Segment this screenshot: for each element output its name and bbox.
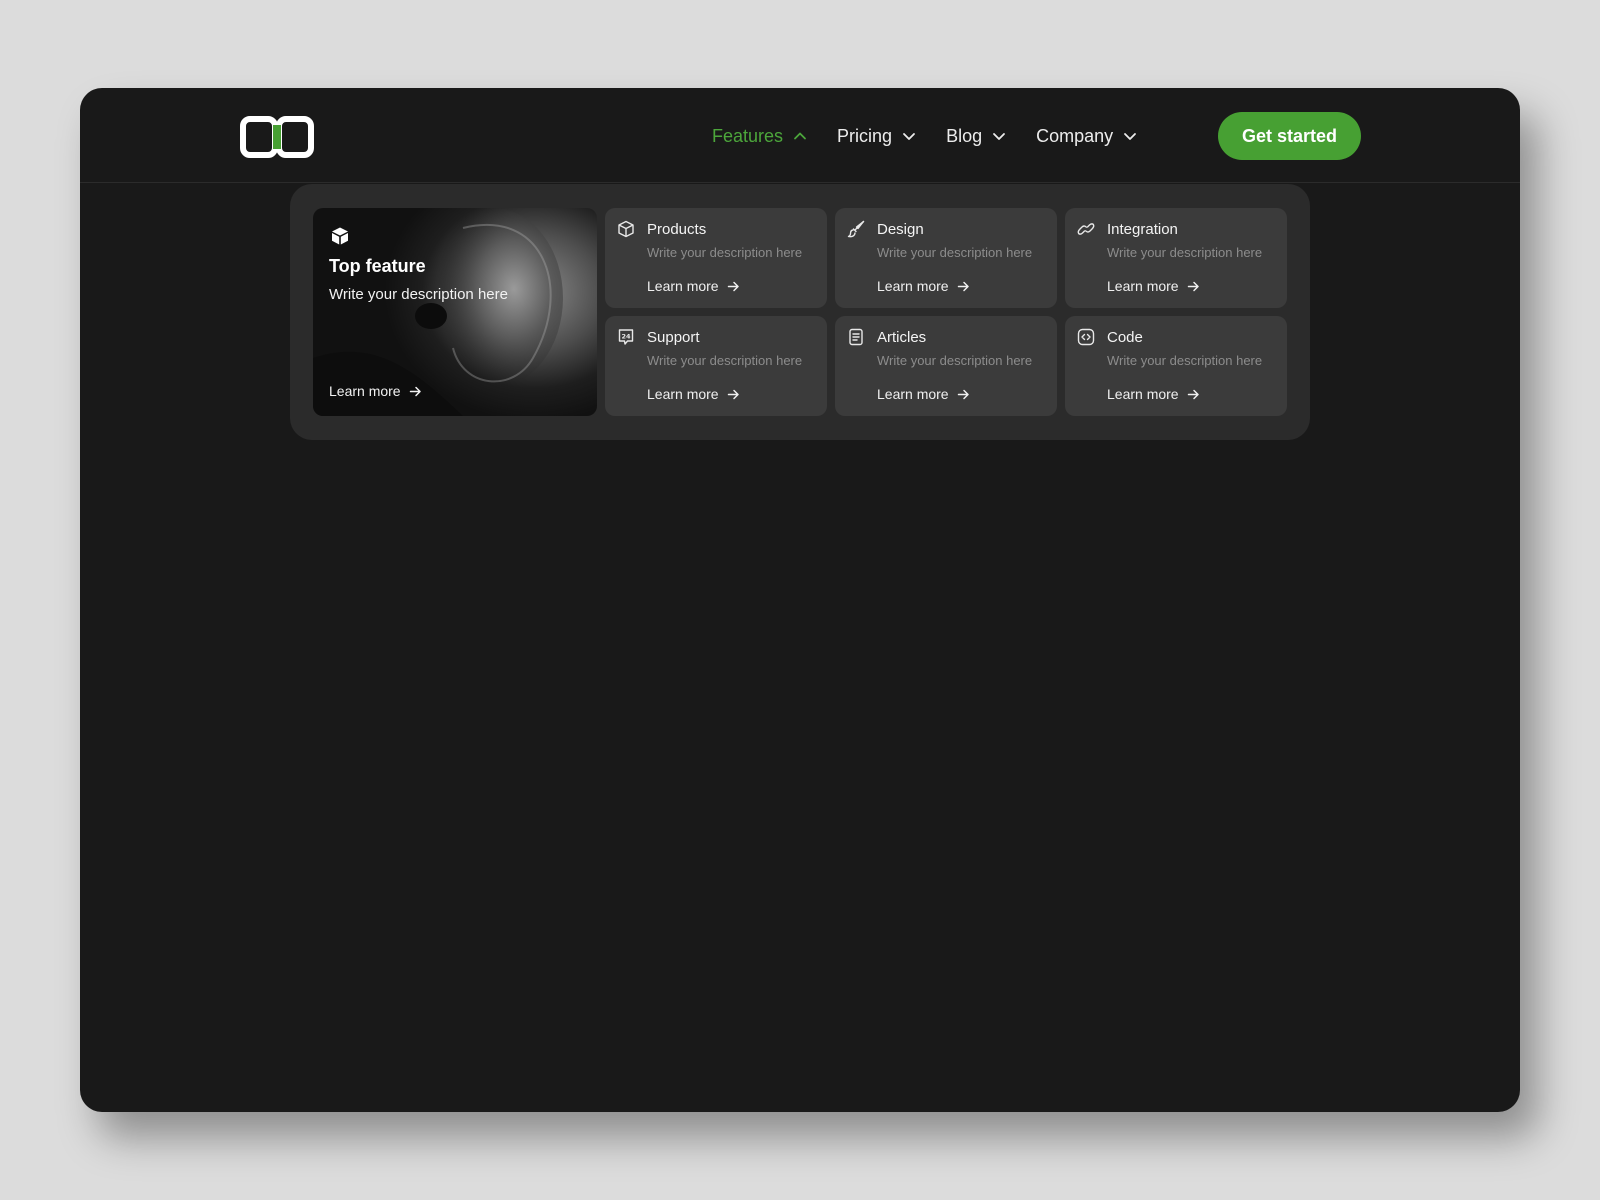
feature-card-integration[interactable]: Integration Write your description here … — [1065, 208, 1287, 308]
learn-more-link[interactable]: Learn more — [647, 278, 740, 294]
learn-more-label: Learn more — [877, 386, 949, 402]
arrow-right-icon — [957, 389, 969, 399]
feature-card-articles[interactable]: Articles Write your description here Lea… — [835, 316, 1057, 416]
app-window: Features Pricing Blog Company Get starte… — [80, 88, 1520, 1112]
box-icon — [618, 220, 634, 238]
learn-more-label: Learn more — [1107, 278, 1179, 294]
feature-card-description: Write your description here — [647, 353, 803, 368]
navbar: Features Pricing Blog Company Get starte… — [80, 88, 1520, 183]
support-24-icon: 24 — [618, 329, 634, 345]
learn-more-label: Learn more — [1107, 386, 1179, 402]
nav-item-label: Features — [712, 125, 784, 146]
chevron-down-icon — [903, 133, 915, 140]
learn-more-label: Learn more — [647, 278, 719, 294]
feature-card-title: Articles — [877, 329, 927, 346]
arrow-right-icon — [727, 389, 739, 399]
feature-card-title: Support — [647, 329, 700, 346]
learn-more-label: Learn more — [647, 386, 719, 402]
get-started-button[interactable]: Get started — [1218, 112, 1361, 160]
arrow-right-icon — [1187, 389, 1199, 399]
code-icon — [1077, 328, 1095, 346]
chevron-down-icon — [993, 133, 1006, 140]
top-feature-card[interactable]: Top feature Write your description here … — [313, 208, 597, 416]
learn-more-link[interactable]: Learn more — [877, 278, 970, 294]
feature-card-description: Write your description here — [1107, 353, 1263, 368]
learn-more-label: Learn more — [877, 278, 949, 294]
nav-item-label: Company — [1036, 125, 1114, 146]
svg-text:24: 24 — [621, 333, 631, 341]
arrow-right-icon — [957, 281, 969, 291]
nav-item-label: Blog — [946, 125, 983, 146]
nav-item-label: Pricing — [837, 125, 893, 146]
learn-more-link[interactable]: Learn more — [647, 386, 740, 402]
chevron-up-icon — [794, 132, 806, 140]
learn-more-link[interactable]: Learn more — [1107, 386, 1200, 402]
feature-card-design[interactable]: Design Write your description here Learn… — [835, 208, 1057, 308]
cube-icon — [332, 227, 348, 245]
top-feature-learn-more[interactable]: Learn more — [329, 383, 422, 399]
logo[interactable] — [240, 116, 314, 158]
top-feature-title: Top feature — [329, 256, 426, 276]
feature-card-title: Design — [877, 221, 924, 238]
feature-card-support[interactable]: 24 Support Write your description here L… — [605, 316, 827, 416]
feature-card-title: Code — [1107, 329, 1143, 346]
arrow-right-icon — [409, 386, 421, 396]
link-icon — [1077, 223, 1095, 235]
nav-item-blog[interactable]: Blog — [946, 122, 1006, 150]
brush-icon — [847, 220, 865, 238]
nav-links: Features Pricing Blog Company — [712, 122, 1137, 150]
feature-card-description: Write your description here — [877, 245, 1033, 260]
features-dropdown: Top feature Write your description here … — [290, 184, 1310, 440]
learn-more-link[interactable]: Learn more — [1107, 278, 1200, 294]
feature-card-title: Products — [647, 221, 707, 238]
feature-card-description: Write your description here — [1107, 245, 1263, 260]
feature-card-description: Write your description here — [647, 245, 803, 260]
arrow-right-icon — [1187, 281, 1199, 291]
top-feature-description: Write your description here — [329, 286, 508, 303]
feature-grid: Products Write your description here Lea… — [605, 208, 1287, 416]
learn-more-label: Learn more — [329, 383, 401, 399]
arrow-right-icon — [727, 281, 739, 291]
feature-card-products[interactable]: Products Write your description here Lea… — [605, 208, 827, 308]
feature-card-code[interactable]: Code Write your description here Learn m… — [1065, 316, 1287, 416]
nav-item-pricing[interactable]: Pricing — [837, 122, 916, 150]
document-icon — [849, 328, 863, 346]
chevron-down-icon — [1124, 133, 1137, 140]
nav-item-company[interactable]: Company — [1036, 122, 1137, 150]
nav-item-features[interactable]: Features — [712, 122, 807, 150]
feature-card-title: Integration — [1107, 221, 1178, 238]
feature-card-description: Write your description here — [877, 353, 1033, 368]
learn-more-link[interactable]: Learn more — [877, 386, 970, 402]
